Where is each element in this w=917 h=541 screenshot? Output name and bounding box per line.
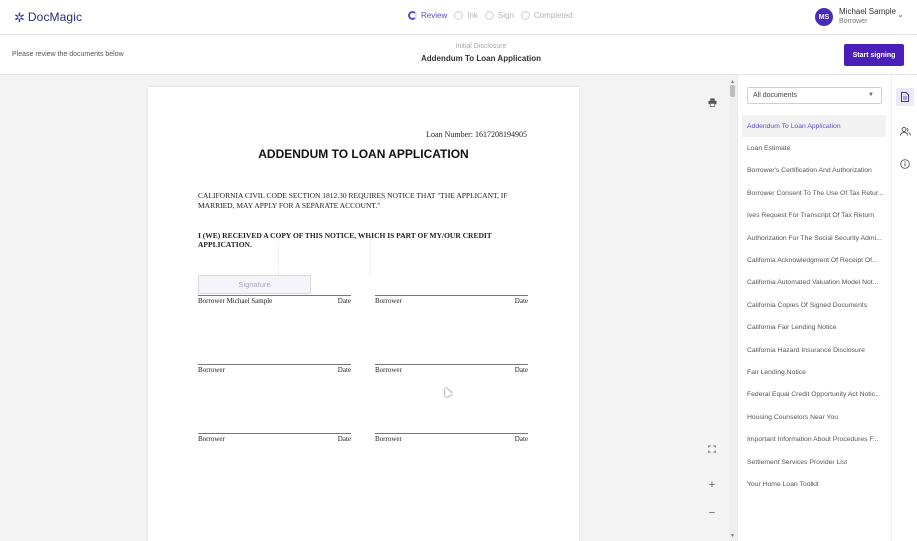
list-item[interactable]: Addendum To Loan Application <box>742 115 886 138</box>
list-item[interactable]: Borrower Consent To The Use Of Tax Retur… <box>742 182 886 204</box>
civil-code-notice: CALIFORNIA CIVIL CODE SECTION 1812.30 RE… <box>198 191 508 210</box>
avatar: MS <box>815 8 833 26</box>
signature-caption: Borrower Michael Sample Date <box>198 297 351 305</box>
document-filter-select[interactable]: All documents ▼ <box>747 87 882 104</box>
signature-field[interactable]: Signature <box>198 275 311 294</box>
signature-line <box>375 433 528 434</box>
date-label: Date <box>337 297 351 305</box>
list-item[interactable]: Authorization For The Social Security Ad… <box>742 227 886 249</box>
viewer-scrollbar[interactable]: ▲ ▼ <box>729 79 736 541</box>
borrower-label: Borrower <box>198 435 225 443</box>
top-bar: ✲ DocMagic Review Ink Sign Completed MS … <box>0 0 917 35</box>
received-notice: I (WE) RECEIVED A COPY OF THIS NOTICE, W… <box>198 231 492 249</box>
signature-caption: Borrower Date <box>198 366 351 374</box>
date-label: Date <box>337 366 351 374</box>
signature-line <box>375 364 528 365</box>
review-instruction: Please review the documents below <box>12 51 124 58</box>
step-review-indicator <box>408 11 417 20</box>
star-logo-icon: ✲ <box>14 9 25 25</box>
loan-number: Loan Number: 1617208194905 <box>426 130 527 139</box>
list-item[interactable]: California Fair Lending Notice <box>742 317 886 339</box>
caret-down-icon: ▼ <box>868 92 874 98</box>
list-item[interactable]: Your Home Loan Toolkit <box>742 473 886 495</box>
signature-line <box>198 433 351 434</box>
sub-header: Please review the documents below Initia… <box>0 35 917 75</box>
list-item[interactable]: Important Information About Procedures F… <box>742 428 886 450</box>
info-icon[interactable] <box>896 155 914 173</box>
document-viewer[interactable]: Loan Number: 1617208194905 ADDENDUM TO L… <box>0 75 737 541</box>
signature-line <box>198 295 351 296</box>
fit-screen-icon[interactable] <box>705 442 719 456</box>
scroll-down-icon[interactable]: ▼ <box>730 533 735 539</box>
list-item[interactable]: California Acknowledgment Of Receipt Of.… <box>742 249 886 271</box>
document-list: Addendum To Loan Application Loan Estima… <box>742 115 886 496</box>
logo[interactable]: ✲ DocMagic <box>14 10 82 24</box>
step-completed-label: Completed <box>533 11 573 20</box>
step-ink-indicator <box>454 11 464 20</box>
list-item[interactable]: Ives Request For Transcript Of Tax Retur… <box>742 205 886 227</box>
step-ink-label: Ink <box>467 11 478 20</box>
list-item[interactable]: Federal Equal Credit Opportunity Act Not… <box>742 384 886 406</box>
step-completed-indicator <box>520 11 530 20</box>
borrower-label: Borrower <box>375 366 402 374</box>
signature-line <box>375 295 528 296</box>
signature-caption: Borrower Date <box>198 435 351 443</box>
zoom-in-button[interactable]: + <box>705 478 719 492</box>
list-item[interactable]: Loan Estimate <box>742 137 886 159</box>
borrower-label: Borrower <box>375 435 402 443</box>
people-icon[interactable] <box>896 122 914 140</box>
user-menu[interactable]: MS Michael Sample Borrower ⌄ <box>815 7 904 27</box>
borrower-label: Borrower <box>375 297 402 305</box>
side-icon-bar <box>891 75 917 541</box>
list-item[interactable]: California Copies Of Signed Documents <box>742 294 886 316</box>
signature-line <box>198 364 351 365</box>
step-sign-indicator <box>484 11 494 20</box>
documents-sidebar: All documents ▼ Addendum To Loan Applica… <box>737 75 891 541</box>
date-label: Date <box>514 366 528 374</box>
scroll-thumb[interactable] <box>730 85 735 97</box>
step-sign-label: Sign <box>497 11 514 20</box>
document-filter-value: All documents <box>753 92 797 99</box>
signature-caption: Borrower Date <box>375 366 528 374</box>
step-review: Review <box>408 11 447 20</box>
date-label: Date <box>514 297 528 305</box>
progress-steps: Review Ink Sign Completed <box>408 11 573 20</box>
list-item[interactable]: Borrower's Certification And Authorizati… <box>742 160 886 182</box>
start-signing-button[interactable]: Start signing <box>844 44 904 66</box>
date-label: Date <box>337 435 351 443</box>
signature-caption: Borrower Date <box>375 435 528 443</box>
document-page: Loan Number: 1617208194905 ADDENDUM TO L… <box>148 87 579 541</box>
document-title: Addendum To Loan Application <box>421 54 541 63</box>
list-item[interactable]: Fair Lending Notice <box>742 361 886 383</box>
signature-caption: Borrower Date <box>375 297 528 305</box>
step-completed: Completed <box>520 11 573 20</box>
borrower-label: Borrower Michael Sample <box>198 297 273 305</box>
list-item[interactable]: Housing Counselors Near You <box>742 406 886 428</box>
document-group: Initial Disclosure <box>455 43 507 50</box>
user-name: Michael Sample <box>839 7 896 16</box>
step-sign: Sign <box>484 11 514 20</box>
document-main-title: ADDENDUM TO LOAN APPLICATION <box>258 147 469 161</box>
step-review-label: Review <box>421 11 448 20</box>
borrower-label: Borrower <box>198 366 225 374</box>
divider <box>278 233 279 275</box>
chevron-down-icon[interactable]: ⌄ <box>897 10 904 19</box>
list-item[interactable]: California Automated Valuation Model Not… <box>742 272 886 294</box>
divider <box>370 233 371 275</box>
printer-icon[interactable] <box>705 95 719 109</box>
user-role: Borrower <box>839 18 868 25</box>
document-icon[interactable] <box>896 88 914 106</box>
logo-text: DocMagic <box>27 10 83 24</box>
zoom-out-button[interactable]: − <box>705 506 719 520</box>
list-item[interactable]: California Hazard Insurance Disclosure <box>742 339 886 361</box>
step-ink: Ink <box>454 11 478 20</box>
date-label: Date <box>514 435 528 443</box>
list-item[interactable]: Settlement Services Provider List <box>742 451 886 473</box>
document-heading: Initial Disclosure Addendum To Loan Appl… <box>381 43 581 63</box>
